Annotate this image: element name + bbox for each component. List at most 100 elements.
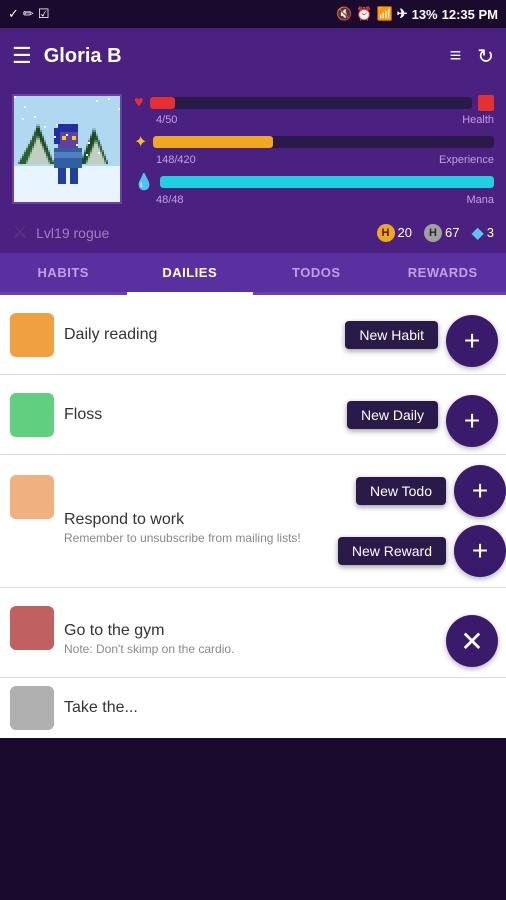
header-right: ≡ ↻ [450, 44, 494, 69]
level-left: ⚔ Lvl19 rogue [12, 222, 109, 243]
header-title: Gloria B [44, 45, 122, 68]
item-checkbox-daily-reading[interactable] [10, 313, 54, 357]
health-label-row: 4/50 Health [134, 114, 494, 126]
exp-bar [153, 136, 494, 148]
item-title-gym: Go to the gym [64, 622, 438, 640]
item-content-respond: Respond to work Remember to unsubscribe … [64, 495, 338, 547]
exp-label: Experience [439, 154, 494, 166]
pencil-icon: ✏ [23, 6, 34, 22]
hamburger-menu-button[interactable]: ☰ [12, 43, 32, 69]
status-icons-left: ✓ ✏ ☑ [8, 6, 49, 22]
header: ☰ Gloria B ≡ ↻ [0, 28, 506, 84]
exp-stat: ✦ 148/420 Experience [134, 132, 494, 166]
item-subtitle-gym: Note: Don't skimp on the cardio. [64, 642, 438, 658]
item-title-daily-reading: Daily reading [64, 326, 337, 344]
header-left: ☰ Gloria B [12, 43, 122, 69]
row2-actions: New Daily + [347, 382, 506, 447]
list-item[interactable]: Take the... [0, 678, 506, 738]
tab-dailies[interactable]: DAILIES [127, 253, 254, 292]
item-checkbox-floss[interactable] [10, 393, 54, 437]
item-title-take: Take the... [64, 699, 498, 717]
class-icon: ⚔ [12, 222, 28, 243]
tab-habits[interactable]: HABITS [0, 253, 127, 292]
alarm-icon: ⏰ [356, 6, 372, 22]
gem-amount: 3 [487, 225, 494, 240]
check-icon: ✓ [8, 6, 19, 22]
mana-stat: 💧 48/48 Mana [134, 172, 494, 206]
exp-bar-fill [153, 136, 272, 148]
new-daily-tooltip[interactable]: New Daily [347, 401, 438, 429]
list-area: Daily reading New Habit + Floss New Dail… [0, 295, 506, 738]
gold-currency: H 20 [377, 224, 412, 242]
add-habit-button[interactable]: + [446, 315, 498, 367]
plus-icon: + [464, 405, 480, 437]
battery-text: 13% [412, 7, 438, 22]
level-row: ⚔ Lvl19 rogue H 20 H 67 ◆ 3 [0, 216, 506, 253]
clock-time: 12:35 PM [442, 7, 498, 22]
refresh-button[interactable]: ↻ [477, 44, 494, 69]
level-text: Lvl19 rogue [36, 225, 109, 241]
mana-label-row: 48/48 Mana [134, 194, 494, 206]
item-subtitle-respond: Remember to unsubscribe from mailing lis… [64, 531, 330, 547]
health-stat: ♥ 4/50 Health [134, 94, 494, 126]
item-content-take: Take the... [64, 699, 506, 717]
list-item[interactable]: Go to the gym Note: Don't skimp on the c… [0, 588, 506, 678]
item-checkbox-gym[interactable] [10, 606, 54, 650]
stats-container: ♥ 4/50 Health ✦ 148/420 Experience [134, 94, 494, 206]
item-title-respond: Respond to work [64, 511, 330, 529]
mana-bar [160, 176, 494, 188]
add-todo-button[interactable]: + [454, 465, 506, 517]
gem-currency: ◆ 3 [471, 223, 494, 243]
item-content-daily-reading: Daily reading [64, 326, 345, 344]
health-bar-fill [150, 97, 176, 109]
mana-value: 48/48 [156, 194, 184, 206]
filter-button[interactable]: ≡ [450, 45, 462, 68]
mute-icon: 🔇 [336, 6, 352, 22]
new-reward-tooltip[interactable]: New Reward [338, 537, 446, 565]
new-todo-tooltip[interactable]: New Todo [356, 477, 446, 505]
status-icons-right: 🔇 ⏰ 📶 ✈ 13% 12:35 PM [336, 6, 498, 22]
item-checkbox-respond[interactable] [10, 475, 54, 519]
mana-icon: 💧 [134, 172, 154, 192]
item-title-floss: Floss [64, 406, 339, 424]
silver-coin-icon: H [424, 224, 442, 242]
tab-todos[interactable]: TODOS [253, 253, 380, 292]
row4-actions: ✕ [446, 602, 506, 677]
plus-icon: + [472, 535, 488, 567]
exp-icon: ✦ [134, 132, 147, 152]
new-habit-tooltip[interactable]: New Habit [345, 321, 438, 349]
add-daily-button[interactable]: + [446, 395, 498, 447]
list-item[interactable]: Floss New Daily + [0, 375, 506, 455]
list-item[interactable]: Daily reading New Habit + [0, 295, 506, 375]
profile-section: ♥ 4/50 Health ✦ 148/420 Experience [0, 84, 506, 216]
exp-value: 148/420 [156, 154, 196, 166]
close-icon: ✕ [460, 625, 483, 658]
plus-icon: + [472, 475, 488, 507]
avatar-container [12, 94, 122, 204]
close-fab-button[interactable]: ✕ [446, 615, 498, 667]
exp-label-row: 148/420 Experience [134, 154, 494, 166]
mana-bar-fill [160, 176, 494, 188]
airplane-icon: ✈ [397, 6, 408, 22]
tab-rewards[interactable]: REWARDS [380, 253, 506, 292]
avatar [14, 96, 120, 202]
status-bar: ✓ ✏ ☑ 🔇 ⏰ 📶 ✈ 13% 12:35 PM [0, 0, 506, 28]
row3-actions: New Todo + New Reward + [338, 455, 506, 587]
silver-currency: H 67 [424, 224, 459, 242]
health-icon: ♥ [134, 94, 144, 112]
item-content-gym: Go to the gym Note: Don't skimp on the c… [64, 608, 446, 658]
health-value: 4/50 [156, 114, 177, 126]
row1-actions: New Habit + [345, 302, 506, 367]
add-reward-button[interactable]: + [454, 525, 506, 577]
item-checkbox-take[interactable] [10, 686, 54, 730]
health-label: Health [462, 114, 494, 126]
health-bar [150, 97, 473, 109]
list-item[interactable]: Respond to work Remember to unsubscribe … [0, 455, 506, 588]
gold-amount: 20 [398, 225, 412, 240]
gold-coin-icon: H [377, 224, 395, 242]
gem-icon: ◆ [471, 223, 483, 243]
wifi-icon: 📶 [377, 6, 393, 22]
plus-icon: + [464, 325, 480, 357]
mana-label: Mana [466, 194, 494, 206]
tabs-bar: HABITS DAILIES TODOS REWARDS [0, 253, 506, 295]
